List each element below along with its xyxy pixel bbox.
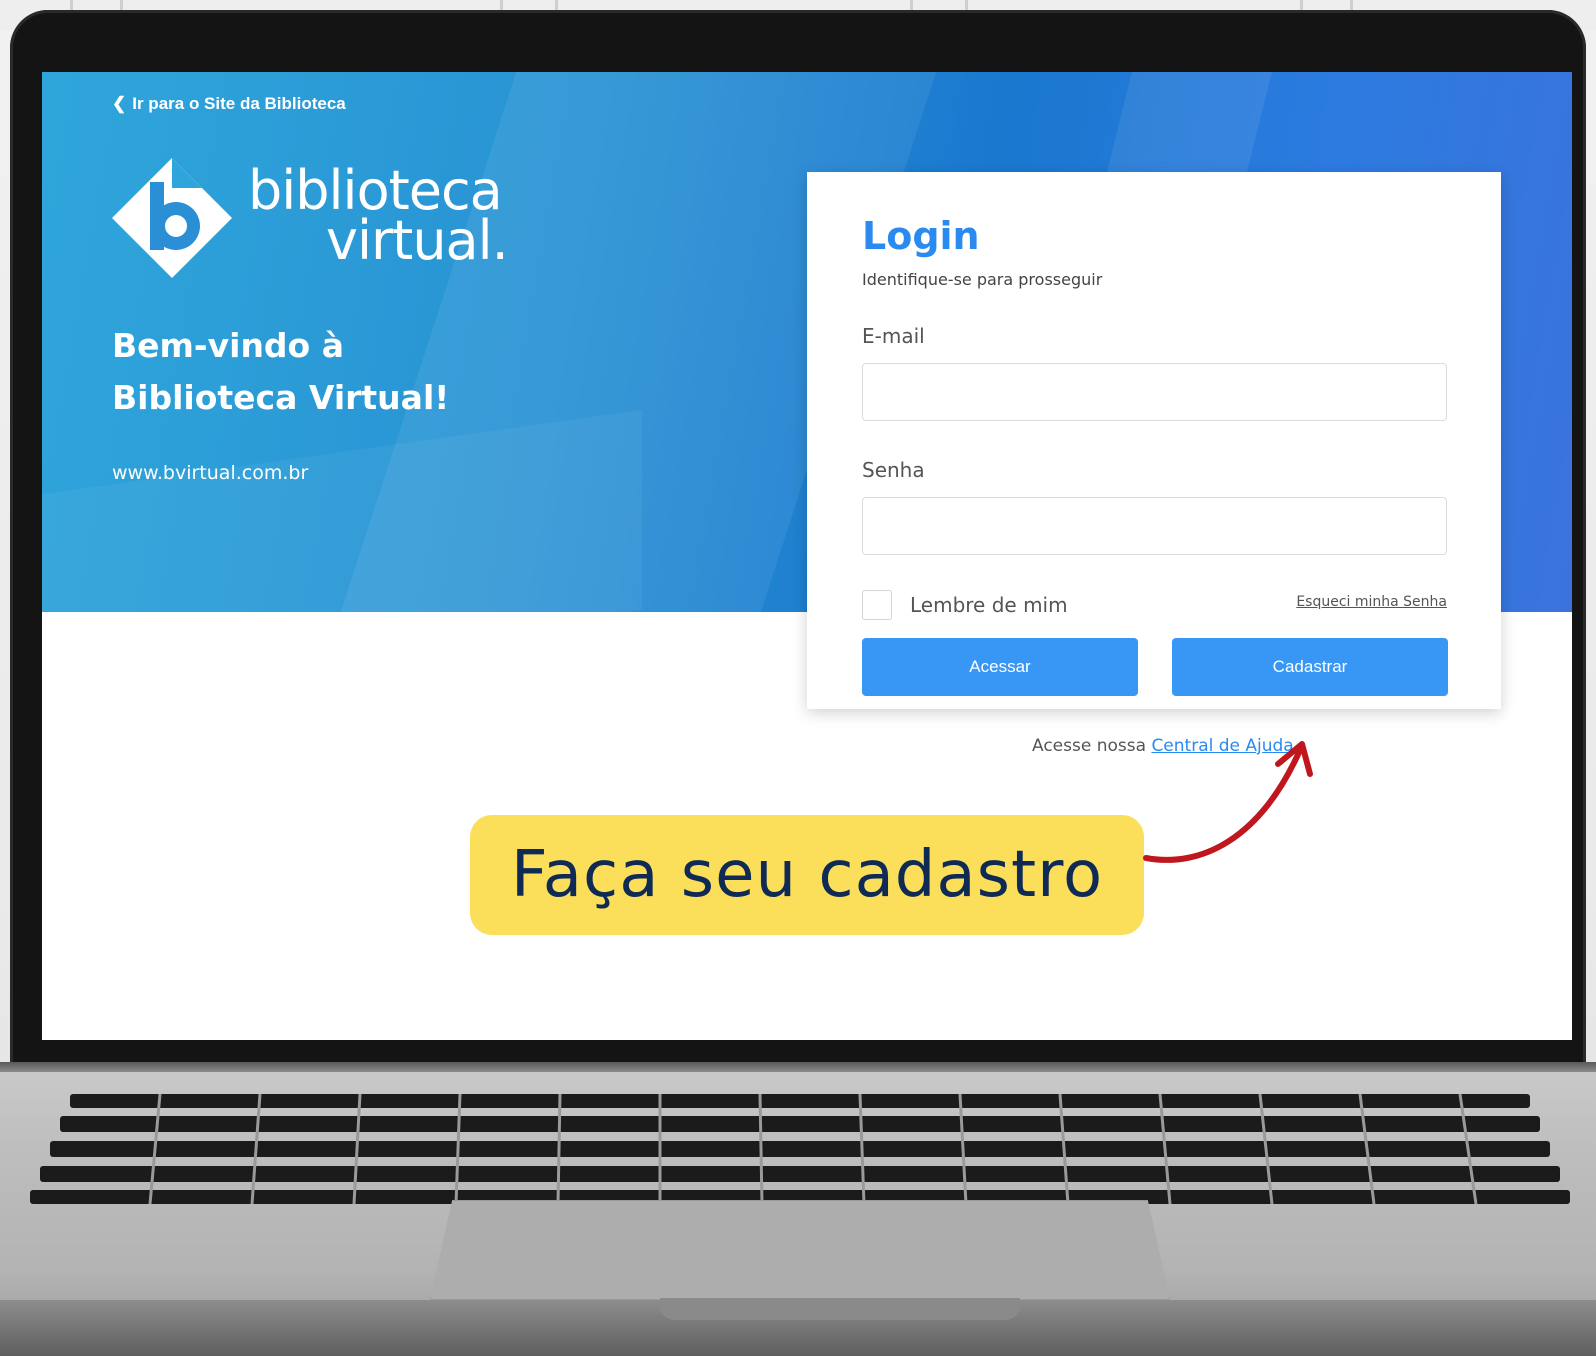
logo-mark-icon xyxy=(112,158,232,278)
password-label: Senha xyxy=(862,458,925,482)
welcome-heading: Bem-vindo à Biblioteca Virtual! xyxy=(112,320,449,424)
site-url: www.bvirtual.com.br xyxy=(112,462,309,484)
help-prefix: Acesse nossa xyxy=(1032,736,1147,756)
remember-me-label: Lembre de mim xyxy=(910,593,1068,617)
chevron-left-icon: ❮ xyxy=(112,94,127,113)
keyboard xyxy=(30,1093,1570,1205)
login-subtitle: Identifique-se para prosseguir xyxy=(862,270,1103,289)
trackpad xyxy=(430,1200,1170,1300)
back-to-library-link[interactable]: ❮ Ir para o Site da Biblioteca xyxy=(112,94,346,114)
forgot-password-link[interactable]: Esqueci minha Senha xyxy=(1296,594,1447,610)
remember-me-row: Lembre de mim xyxy=(862,590,1068,620)
remember-me-checkbox[interactable] xyxy=(862,590,892,620)
welcome-line1: Bem-vindo à xyxy=(112,326,344,365)
login-title: Login xyxy=(862,214,980,258)
curved-arrow-icon xyxy=(1143,741,1313,863)
password-field[interactable] xyxy=(862,497,1447,555)
email-label: E-mail xyxy=(862,324,925,348)
biblioteca-virtual-logo: biblioteca virtual. xyxy=(110,156,530,286)
login-card: Login Identifique-se para prosseguir E-m… xyxy=(807,172,1501,709)
email-field[interactable] xyxy=(862,363,1447,421)
login-button[interactable]: Acessar xyxy=(862,638,1138,696)
welcome-line2: Biblioteca Virtual! xyxy=(112,378,450,417)
back-link-label: Ir para o Site da Biblioteca xyxy=(132,94,346,113)
callout-banner: Faça seu cadastro xyxy=(470,815,1144,935)
logo-wordmark-line2: virtual. xyxy=(326,209,509,272)
laptop-notch xyxy=(660,1298,1020,1320)
register-button[interactable]: Cadastrar xyxy=(1172,638,1448,696)
